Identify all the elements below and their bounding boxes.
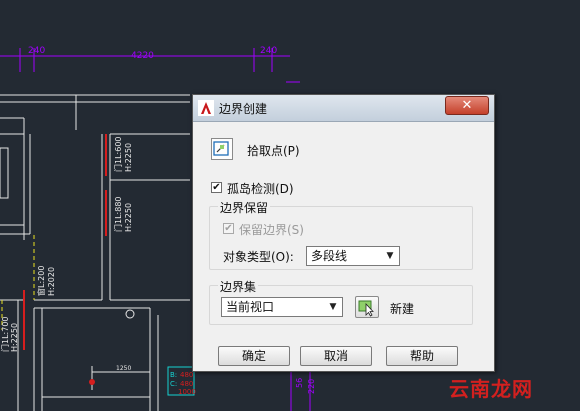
boundary-set-value: 当前视口 [226,300,275,314]
window-width: 窗L:200 [36,266,46,296]
chevron-down-icon: ▼ [329,302,337,312]
object-type-select[interactable]: 多段线 ▼ [306,246,400,266]
dim-v2: 220 [307,379,316,394]
retain-boundary-label: 保留边界(S) [239,223,304,237]
tag-1: B: [170,371,177,379]
tag-val-2: 480 [180,380,193,388]
door-b-width: 门1L:880 [113,196,123,232]
select-objects-icon [358,300,374,317]
site-watermark: 云南龙网 [449,377,533,401]
object-type-value: 多段线 [311,249,348,263]
boundary-set-title: 边界集 [218,278,259,295]
door-b-height: H:2250 [124,203,133,232]
retain-boundary-checkbox[interactable]: ✔ [223,223,234,234]
floor-plan-walls [0,94,190,411]
help-button[interactable]: 帮助 [386,346,458,366]
tag-val-3: 1000 [178,388,196,396]
retain-group-title: 边界保留 [218,199,271,216]
dim-top-left: 240 [28,46,45,56]
new-label: 新建 [390,302,415,316]
window-height: H:2020 [47,267,56,296]
new-boundary-set-button[interactable] [355,296,379,318]
door-a-width: 门1L:600 [113,136,123,172]
ok-button[interactable]: 确定 [218,346,290,366]
door-labels: 门1L:600 H:2250 门1L:880 H:2250 窗L:200 H:2… [0,136,133,352]
island-detection-checkbox[interactable]: ✔ [211,182,222,193]
pick-points-button[interactable] [211,138,233,160]
object-type-label: 对象类型(O): [223,250,294,264]
pick-points-icon [213,141,229,156]
door-c-width: 门1L:700 [0,316,10,352]
tag-2: C: [170,380,177,388]
dialog-titlebar[interactable]: 边界创建 ✕ [193,95,494,122]
base-point-marker [89,379,95,385]
boundary-creation-dialog: 边界创建 ✕ 拾取点(P) ✔ 孤岛检测(D) 边界保留 ✔ 保留边界(S) 对… [192,94,495,372]
cancel-button[interactable]: 取消 [300,346,372,366]
chevron-down-icon: ▼ [386,251,394,261]
dim-v1: 56 [295,378,304,388]
pick-points-label: 拾取点(P) [247,144,300,158]
dim-top-center: 4220 [131,51,154,61]
tag-val-1: 480 [180,371,193,379]
island-detection-label: 孤岛检测(D) [227,182,294,196]
door-c-height: H:2250 [10,323,19,352]
small-dim: 1250 [116,365,131,372]
door-a-height: H:2250 [124,143,133,172]
dialog-title: 边界创建 [219,102,268,116]
dim-top-right: 240 [260,46,277,56]
boundary-set-select[interactable]: 当前视口 ▼ [221,297,343,317]
autocad-app-icon [198,100,214,116]
close-button[interactable]: ✕ [445,96,489,115]
